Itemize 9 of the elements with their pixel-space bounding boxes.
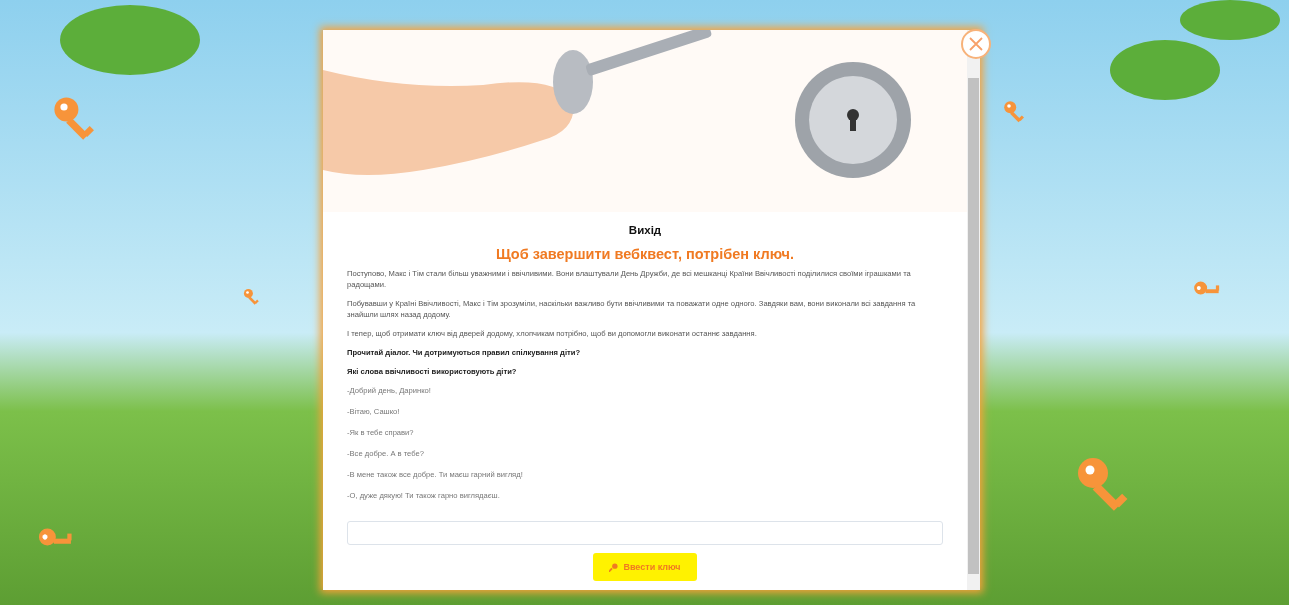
key-icon — [609, 562, 619, 572]
scrollbar[interactable] — [967, 30, 980, 590]
dialog-title: Вихід — [627, 224, 663, 236]
dialog-subtitle: Щоб завершити вебквест, потрібен ключ. — [495, 246, 795, 262]
answer-field[interactable] — [347, 521, 943, 545]
close-icon — [969, 37, 983, 51]
enter-key-button[interactable]: Ввести ключ — [593, 553, 697, 581]
key-icon — [243, 288, 261, 306]
key-icon — [1003, 100, 1027, 124]
